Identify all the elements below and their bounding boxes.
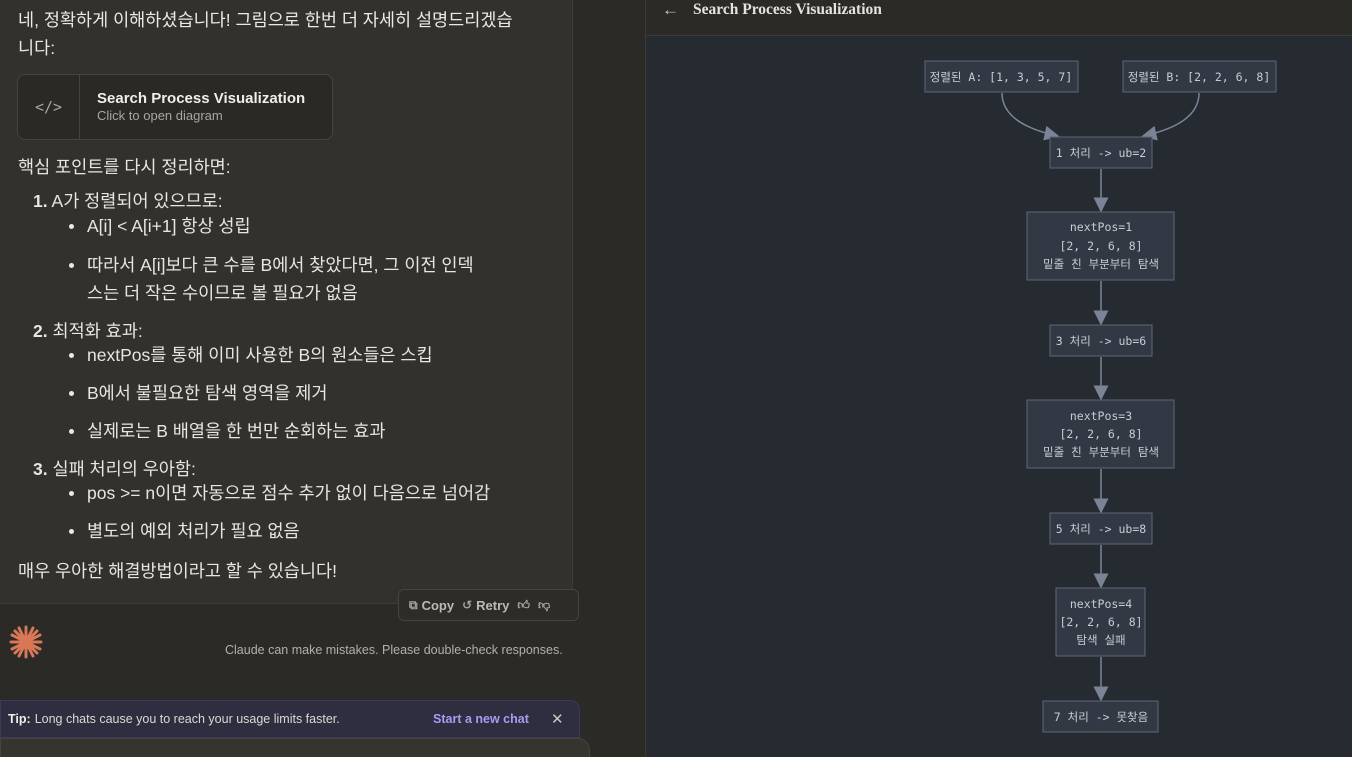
node-sorted-b-label: 정렬된 B: [2, 2, 6, 8] (1128, 70, 1271, 84)
thumbs-down-icon: 👎︎ (537, 597, 551, 612)
summary-heading: 핵심 포인트를 다시 정리하면: (18, 157, 231, 177)
node-process-7-label: 7 처리 -> 못찾음 (1054, 710, 1148, 724)
disclaimer: Claude can make mistakes. Please double-… (225, 643, 563, 657)
message-input[interactable] (0, 738, 590, 757)
node-nextpos-4-line1: nextPos=4 (1070, 597, 1132, 611)
node-nextpos-4-line3: 탐색 실패 (1076, 633, 1125, 647)
chat-pane: 네, 정확하게 이해하셨습니다! 그림으로 한번 더 자세히 설명드리겠습니다:… (0, 0, 645, 757)
node-process-1-label: 1 처리 -> ub=2 (1056, 146, 1146, 160)
node-nextpos-4-line2: [2, 2, 6, 8] (1059, 615, 1142, 629)
list-item: 따라서 A[i]보다 큰 수를 B에서 찾았다면, 그 이전 인덱 (69, 252, 517, 278)
retry-button[interactable]: ↺ Retry (462, 598, 509, 613)
copy-button[interactable]: ⧉ Copy (409, 598, 454, 613)
artifact-title: Search Process Visualization (97, 90, 306, 107)
thumbs-down-button[interactable]: 👎︎ (538, 598, 550, 613)
node-nextpos-1-line2: [2, 2, 6, 8] (1059, 239, 1142, 253)
list-item: nextPos를 통해 이미 사용한 B의 원소들은 스킵 (69, 342, 517, 368)
point-1-title: 1. A가 정렬되어 있으므로: (33, 191, 223, 211)
message-intro: 네, 정확하게 이해하셨습니다! 그림으로 한번 더 자세히 설명드리겠습니다: (18, 10, 513, 58)
retry-icon: ↺ (462, 598, 473, 612)
edge-b-to-n1 (1141, 92, 1200, 141)
thumbs-up-button[interactable]: 👍︎ (517, 598, 530, 613)
list-item: 별도의 예외 처리가 필요 없음 (69, 518, 517, 544)
node-nextpos-1-line3: 밑줄 친 부분부터 탐색 (1043, 257, 1159, 271)
artifact-header: ← Search Process Visualization (646, 0, 1352, 36)
flow-diagram: 정렬된 A: [1, 3, 5, 7] 정렬된 B: [2, 2, 6, 8] … (924, 60, 1277, 733)
list-item: 실제로는 B 배열을 한 번만 순회하는 효과 (69, 418, 517, 444)
tip-banner: Tip: Long chats cause you to reach your … (0, 700, 580, 738)
code-icon: </> (18, 75, 80, 139)
list-item: pos >= n이면 자동으로 점수 추가 없이 다음으로 넘어감 (69, 480, 557, 506)
list-item-continued: 스는 더 작은 수이므로 볼 필요가 없음 (87, 283, 358, 303)
point-3-title: 3. 실패 처리의 우아함: (33, 459, 196, 479)
close-icon[interactable]: ✕ (551, 710, 564, 728)
node-nextpos-3-line2: [2, 2, 6, 8] (1059, 427, 1142, 441)
start-new-chat-link[interactable]: Start a new chat (433, 712, 529, 726)
node-nextpos-3-line3: 밑줄 친 부분부터 탐색 (1043, 445, 1159, 459)
message-closing: 매우 우아한 해결방법이라고 할 수 있습니다! (18, 561, 337, 581)
point-2-title: 2. 최적화 효과: (33, 321, 143, 341)
node-process-3-label: 3 처리 -> ub=6 (1056, 334, 1146, 348)
artifact-subtitle: Click to open diagram (97, 108, 223, 123)
artifact-panel-title: Search Process Visualization (693, 1, 882, 18)
back-arrow-icon[interactable]: ← (662, 0, 679, 20)
node-nextpos-1-line1: nextPos=1 (1070, 220, 1132, 234)
artifact-panel: ← Search Process Visualization 정렬된 A: [1… (645, 0, 1352, 757)
artifact-card[interactable]: </> Search Process Visualization Click t… (17, 74, 333, 140)
message-actions: ⧉ Copy ↺ Retry 👍︎ 👎︎ (398, 589, 579, 621)
list-item: B에서 불필요한 탐색 영역을 제거 (69, 380, 517, 406)
claude-logo-icon (9, 625, 43, 659)
tip-label: Tip: (8, 712, 31, 726)
node-sorted-a-label: 정렬된 A: [1, 3, 5, 7] (930, 70, 1073, 84)
node-process-5-label: 5 처리 -> ub=8 (1056, 522, 1146, 536)
copy-icon: ⧉ (409, 597, 418, 612)
tip-text: Long chats cause you to reach your usage… (34, 712, 340, 726)
thumbs-up-icon: 👍︎ (517, 597, 530, 612)
list-item: A[i] < A[i+1] 항상 성립 (69, 213, 517, 239)
edge-a-to-n1 (1001, 92, 1060, 141)
node-nextpos-3-line1: nextPos=3 (1070, 409, 1132, 423)
